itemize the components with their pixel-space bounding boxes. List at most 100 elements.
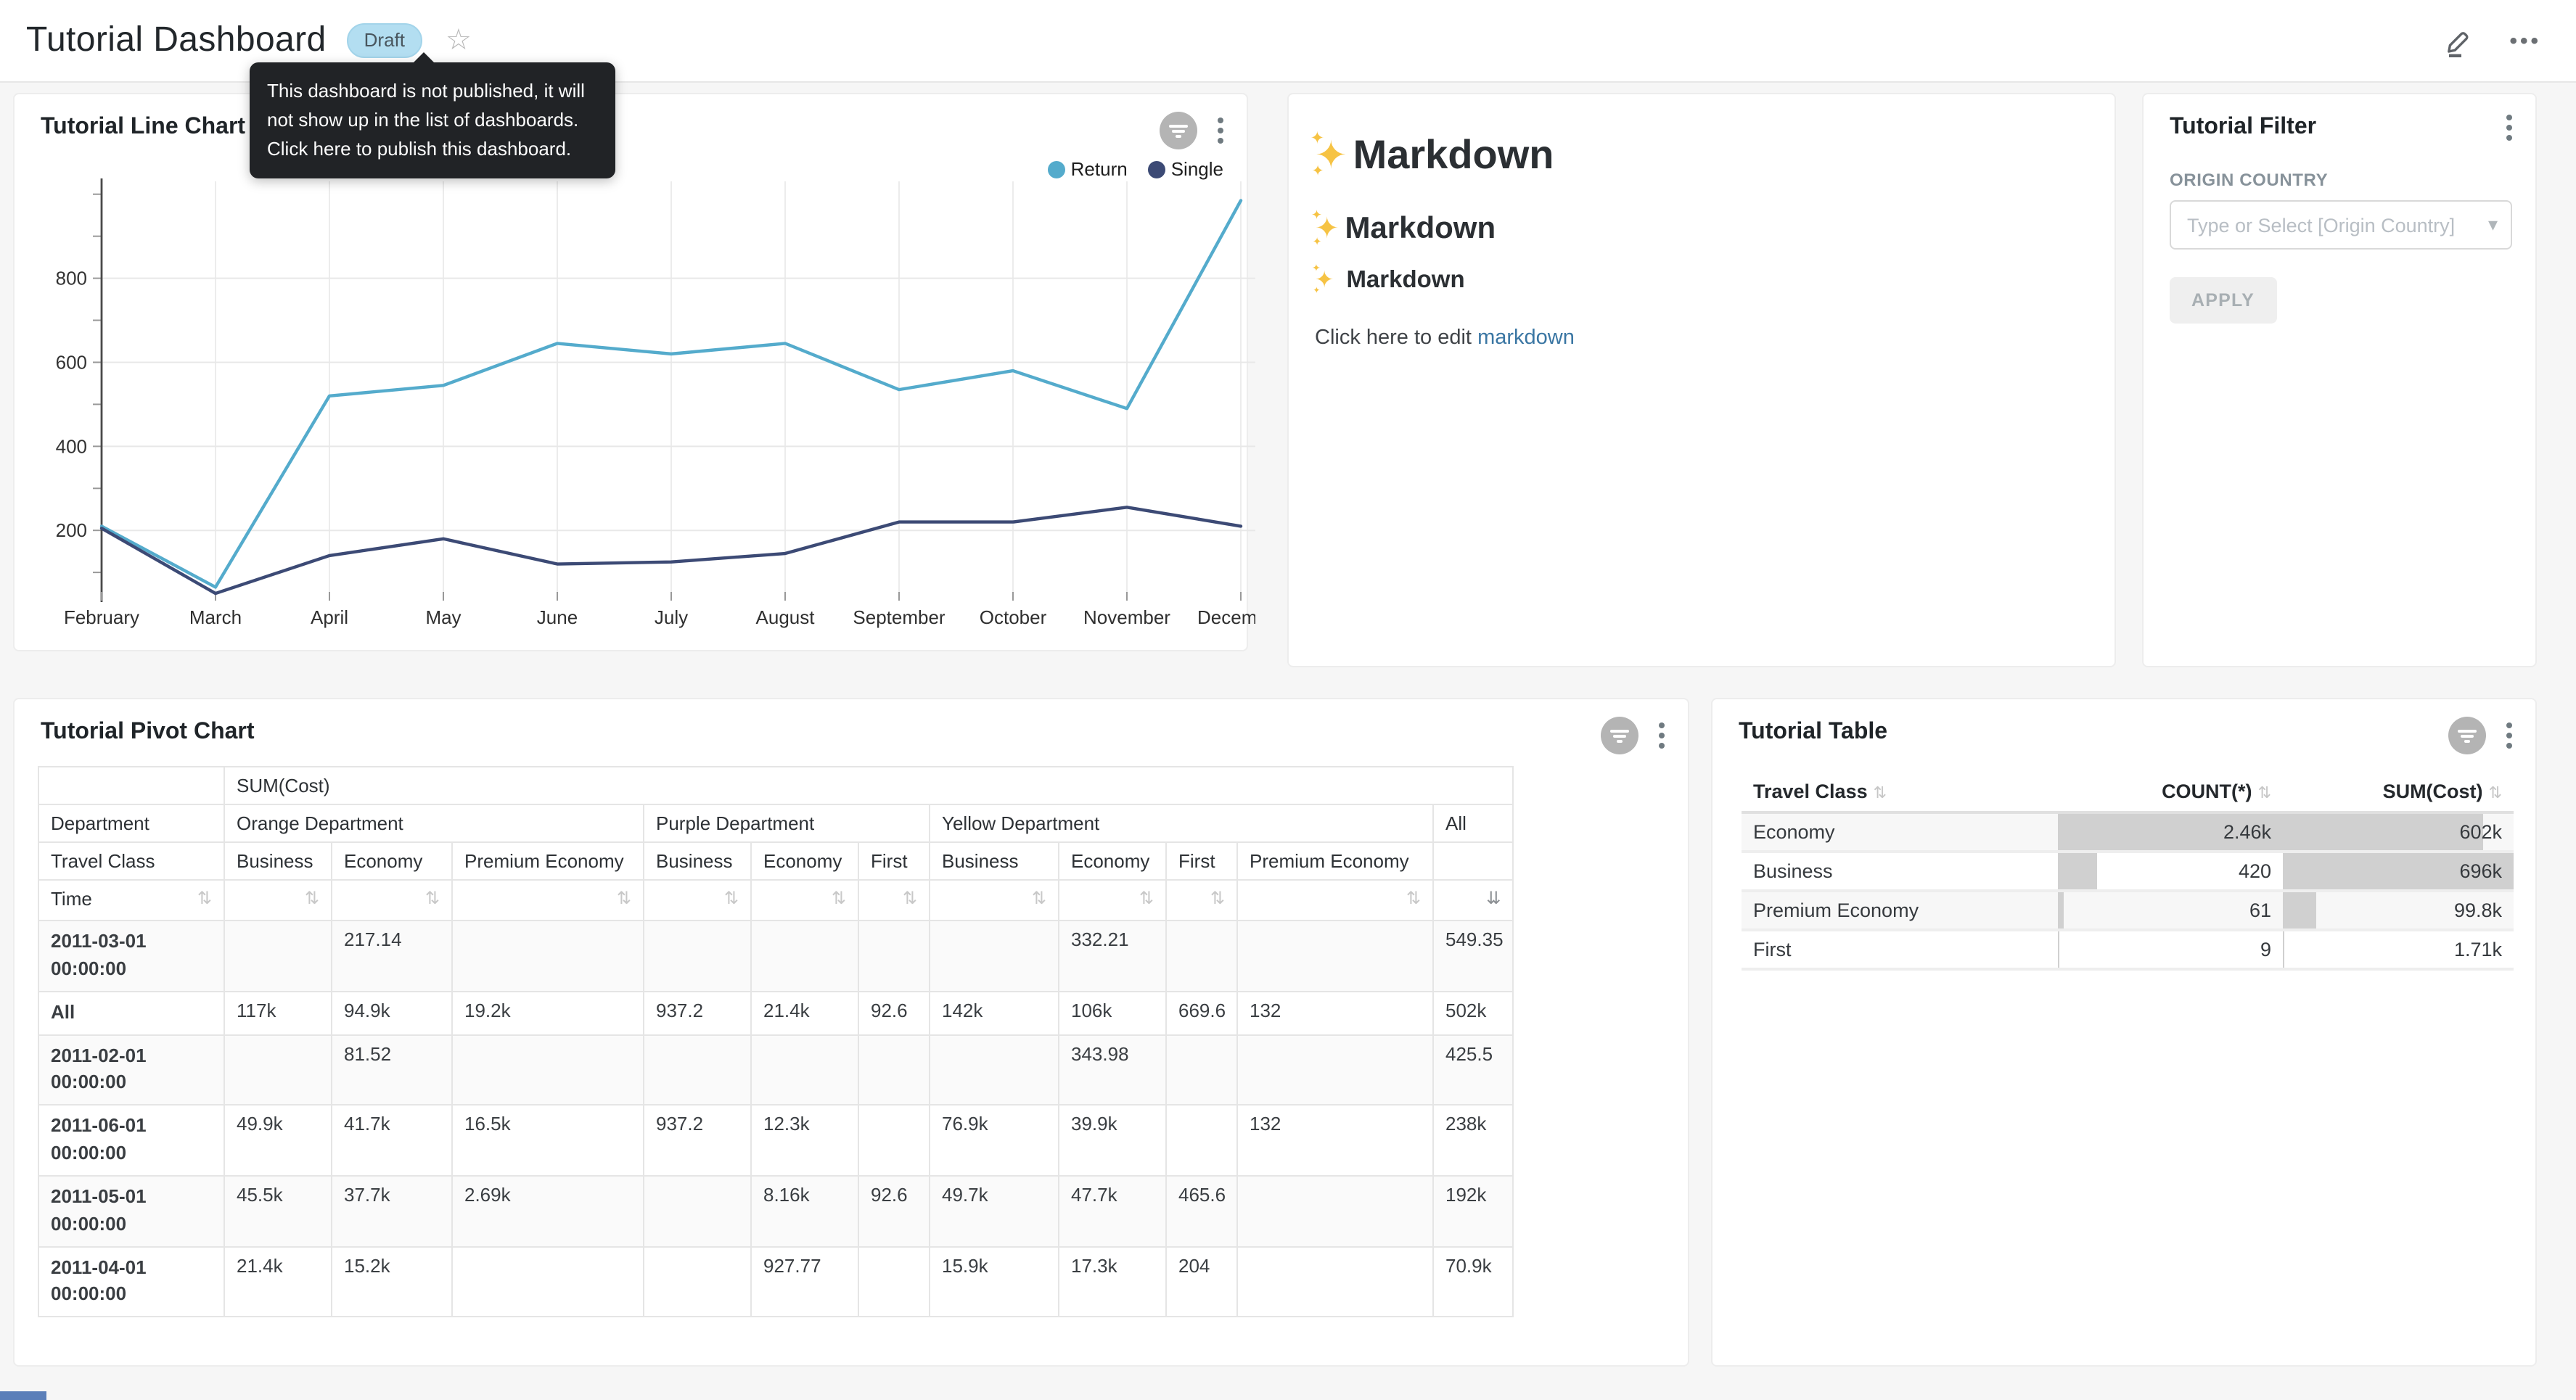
- count-cell: 420: [2058, 852, 2283, 891]
- pivot-cell: [1166, 921, 1237, 991]
- markdown-h1: ✦✦✦Markdown: [1315, 132, 1554, 178]
- pivot-cell: [858, 1105, 930, 1175]
- sort-icon[interactable]: ⇅: [617, 888, 631, 908]
- svg-text:May: May: [425, 606, 461, 628]
- pivot-cell: 21.4k: [224, 1246, 332, 1317]
- draft-status-badge[interactable]: Draft: [347, 23, 422, 57]
- pivot-cell: [858, 1034, 930, 1105]
- pivot-cell: 92.6: [858, 991, 930, 1034]
- sort-icon[interactable]: ⇅: [832, 888, 846, 908]
- svg-text:July: July: [655, 606, 688, 628]
- pivot-cell: 70.9k: [1433, 1246, 1513, 1317]
- table-col-header[interactable]: Travel Class⇅: [1742, 772, 2058, 812]
- markdown-edit-link[interactable]: markdown: [1477, 326, 1575, 350]
- sort-icon[interactable]: ⇅: [1032, 888, 1046, 908]
- svg-text:April: April: [311, 606, 348, 628]
- count-cell: 2.46k: [2058, 812, 2283, 852]
- sort-icon[interactable]: ⇅: [197, 888, 212, 908]
- pivot-col-header: Premium Economy: [1237, 842, 1433, 880]
- pivot-cell: 106k: [1059, 991, 1166, 1034]
- pivot-cell: 2.69k: [452, 1176, 644, 1246]
- count-cell: 61: [2058, 891, 2283, 930]
- pivot-cell: 21.4k: [751, 991, 858, 1034]
- pivot-col-header: Business: [224, 842, 332, 880]
- table-panel-menu-icon[interactable]: [2503, 720, 2515, 752]
- pivot-cell: 142k: [930, 991, 1059, 1034]
- pivot-row-label: 2011-04-01 00:00:00: [38, 1246, 224, 1317]
- markdown-panel: ✦✦✦Markdown ✦✦✦Markdown ✦✦✦ Markdown Cli…: [1287, 93, 2116, 667]
- svg-text:200: 200: [56, 519, 87, 541]
- pivot-cell: 465.6: [1166, 1176, 1237, 1246]
- pivot-sort-cell: ⇅: [1237, 880, 1433, 921]
- pivot-cell: 41.7k: [332, 1105, 452, 1175]
- sort-icon[interactable]: ⇅: [425, 888, 440, 908]
- applied-filters-icon[interactable]: [1160, 112, 1197, 149]
- markdown-body[interactable]: ✦✦✦Markdown ✦✦✦Markdown ✦✦✦ Markdown Cli…: [1315, 94, 2094, 666]
- data-table: Travel Class⇅COUNT(*)⇅SUM(Cost)⇅Economy2…: [1742, 772, 2514, 971]
- filter-panel-menu-icon[interactable]: [2503, 112, 2515, 144]
- sort-icon[interactable]: ⇅: [2258, 785, 2271, 802]
- sort-icon[interactable]: ⇅: [1210, 888, 1225, 908]
- pivot-sort-cell: ⇅: [1166, 880, 1237, 921]
- pivot-col-dim-label: Travel Class: [38, 842, 224, 880]
- page-title: Tutorial Dashboard: [26, 20, 327, 61]
- favorite-star-icon[interactable]: ☆: [446, 26, 472, 55]
- pivot-cell: 15.2k: [332, 1246, 452, 1317]
- pivot-cell: 12.3k: [751, 1105, 858, 1175]
- pivot-row: 2011-06-01 00:00:0049.9k41.7k16.5k937.21…: [38, 1105, 1513, 1175]
- line-chart-plot[interactable]: 200400600800FebruaryMarchAprilMayJuneJul…: [29, 178, 1255, 643]
- table-row: Economy2.46k602k: [1742, 812, 2514, 852]
- pivot-cell: [452, 1034, 644, 1105]
- sort-icon[interactable]: ⇅: [1874, 785, 1887, 802]
- pivot-cell: 217.14: [332, 921, 452, 991]
- sum-cell: 696k: [2283, 852, 2514, 891]
- pivot-cell: [1237, 1176, 1433, 1246]
- pivot-col-header: Economy: [751, 842, 858, 880]
- pivot-cell: 94.9k: [332, 991, 452, 1034]
- pivot-cell: [930, 921, 1059, 991]
- more-actions-icon[interactable]: •••: [2509, 29, 2541, 54]
- sort-icon[interactable]: ⇅: [903, 888, 917, 908]
- sum-cell: 602k: [2283, 812, 2514, 852]
- pivot-cell: 549.35: [1433, 921, 1513, 991]
- pivot-chart-menu-icon[interactable]: [1656, 720, 1668, 752]
- sort-icon[interactable]: ⇅: [2489, 785, 2502, 802]
- pivot-sort-cell: ⇅: [751, 880, 858, 921]
- sort-icon[interactable]: ⇅: [1406, 888, 1421, 908]
- apply-button[interactable]: APPLY: [2170, 277, 2276, 324]
- pivot-cell: 332.21: [1059, 921, 1166, 991]
- pivot-sort-cell: ⇅: [332, 880, 452, 921]
- sort-icon[interactable]: ⇅: [724, 888, 739, 908]
- svg-text:800: 800: [56, 268, 87, 289]
- pivot-cell: [224, 1034, 332, 1105]
- pivot-cell: 117k: [224, 991, 332, 1034]
- line-chart-menu-icon[interactable]: [1215, 115, 1226, 147]
- legend-item-return[interactable]: Return: [1048, 158, 1128, 180]
- pivot-sort-cell: ⇅: [858, 880, 930, 921]
- pivot-cell: [1166, 1034, 1237, 1105]
- pivot-cell: 19.2k: [452, 991, 644, 1034]
- pivot-cell: 132: [1237, 1105, 1433, 1175]
- sort-icon[interactable]: ⇅: [1139, 888, 1154, 908]
- filter-panel: Tutorial Filter ORIGIN COUNTRY Type or S…: [2142, 93, 2537, 667]
- pivot-chart-title: Tutorial Pivot Chart: [41, 720, 255, 746]
- table-col-header[interactable]: SUM(Cost)⇅: [2283, 772, 2514, 812]
- pivot-col-header: First: [1166, 842, 1237, 880]
- chevron-down-icon: ▾: [2488, 213, 2498, 236]
- pivot-sort-cell: ⇅: [1059, 880, 1166, 921]
- sort-icon[interactable]: ⇊: [1486, 888, 1501, 908]
- legend-item-single[interactable]: Single: [1148, 158, 1223, 180]
- sort-icon[interactable]: ⇅: [305, 888, 319, 908]
- pivot-row-label: 2011-06-01 00:00:00: [38, 1105, 224, 1175]
- table-col-header[interactable]: COUNT(*)⇅: [2058, 772, 2283, 812]
- origin-country-select[interactable]: Type or Select [Origin Country] ▾: [2170, 200, 2512, 250]
- applied-filters-icon[interactable]: [2448, 717, 2486, 754]
- single-series-dot: [1148, 160, 1165, 178]
- sparkles-icon: ✦✦✦: [1315, 210, 1339, 247]
- edit-dashboard-icon[interactable]: [2442, 25, 2474, 57]
- applied-filters-icon[interactable]: [1601, 717, 1638, 754]
- pivot-cell: 927.77: [751, 1246, 858, 1317]
- svg-text:December: December: [1197, 606, 1255, 628]
- pivot-cell: 669.6: [1166, 991, 1237, 1034]
- pivot-cell: [751, 921, 858, 991]
